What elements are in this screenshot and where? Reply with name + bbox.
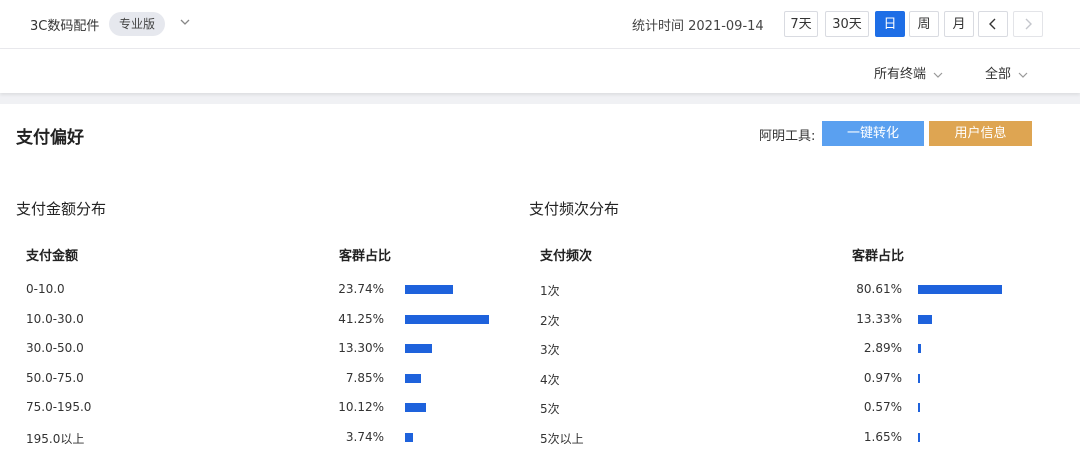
row-share-value: 1.65% (863, 429, 902, 444)
share-bar (405, 432, 413, 442)
share-bar (918, 285, 1002, 294)
row-share-value: 7.85% (345, 370, 384, 385)
range-30d-button[interactable]: 30天 (825, 11, 869, 37)
filter-bar: 所有终端 全部 (0, 49, 1080, 93)
payment-preference-panel: 支付偏好 阿明工具: 一键转化 用户信息 支付金额分布 支付金额 客群占比 0-… (0, 104, 1080, 473)
row-label: 1次 (540, 284, 560, 298)
edition-badge[interactable]: 专业版 (109, 12, 166, 36)
row-label: 5次 (540, 402, 560, 416)
share-bar (918, 432, 920, 442)
share-bar (918, 373, 920, 383)
frequency-col-header: 支付频次 (540, 249, 593, 264)
row-share-value: 23.74% (338, 282, 384, 296)
chevron-down-icon (933, 72, 943, 78)
range-month-button[interactable]: 月 (944, 11, 974, 37)
frequency-share-header: 客群占比 (852, 249, 905, 264)
user-info-button[interactable]: 用户信息 (929, 121, 1032, 146)
terminal-filter-label: 所有终端 (874, 67, 927, 82)
scope-filter-dropdown[interactable]: 全部 (985, 63, 1029, 82)
shop-name: 3C数码配件 (30, 19, 100, 34)
row-label: 50.0-75.0 (26, 370, 84, 385)
row-label: 30.0-50.0 (26, 341, 84, 355)
top-bar: 3C数码配件 专业版 统计时间 2021-09-14 7天 30天 日 周 月 (0, 0, 1080, 49)
range-day-button[interactable]: 日 (875, 11, 905, 37)
tools-label: 阿明工具: (759, 129, 816, 144)
share-bar (405, 285, 454, 294)
row-share-value: 10.12% (338, 400, 384, 414)
row-share-value: 2.89% (863, 341, 902, 355)
row-label: 10.0-30.0 (26, 311, 84, 326)
row-share-value: 41.25% (338, 311, 384, 326)
prev-date-button[interactable] (978, 11, 1008, 37)
chevron-down-icon (1018, 72, 1028, 78)
row-share-value: 0.97% (863, 370, 902, 385)
row-label: 0-10.0 (26, 282, 65, 296)
row-share-value: 0.57% (863, 400, 902, 414)
next-date-button[interactable] (1013, 11, 1043, 37)
chevron-right-icon (1025, 18, 1032, 30)
amount-share-header: 客群占比 (339, 249, 392, 264)
row-share-value: 80.61% (856, 282, 902, 296)
share-bar (918, 314, 932, 324)
row-label: 195.0以上 (26, 431, 85, 446)
row-label: 2次 (540, 313, 560, 328)
share-bar (405, 373, 421, 383)
range-7d-button[interactable]: 7天 (784, 11, 818, 37)
one-click-convert-button[interactable]: 一键转化 (822, 121, 924, 146)
frequency-distribution-title: 支付频次分布 (529, 200, 620, 218)
stat-date-label: 统计时间 2021-09-14 (632, 19, 764, 34)
amount-distribution-title: 支付金额分布 (16, 200, 107, 218)
range-week-button[interactable]: 周 (909, 11, 939, 37)
row-label: 4次 (540, 372, 560, 387)
row-share-value: 13.33% (856, 311, 902, 326)
share-bar (918, 403, 920, 412)
row-share-value: 13.30% (338, 341, 384, 355)
row-label: 75.0-195.0 (26, 400, 92, 414)
row-share-value: 3.74% (345, 429, 384, 444)
share-bar (405, 344, 433, 353)
row-label: 3次 (540, 343, 560, 357)
share-bar (405, 403, 426, 412)
chevron-down-icon[interactable] (178, 14, 192, 28)
terminal-filter-dropdown[interactable]: 所有终端 (874, 63, 944, 82)
panel-title: 支付偏好 (16, 128, 84, 148)
amount-col-header: 支付金额 (26, 249, 79, 264)
scope-filter-label: 全部 (985, 67, 1012, 82)
row-label: 5次以上 (540, 431, 584, 446)
share-bar (405, 314, 490, 324)
share-bar (918, 344, 921, 353)
chevron-left-icon (989, 18, 996, 30)
